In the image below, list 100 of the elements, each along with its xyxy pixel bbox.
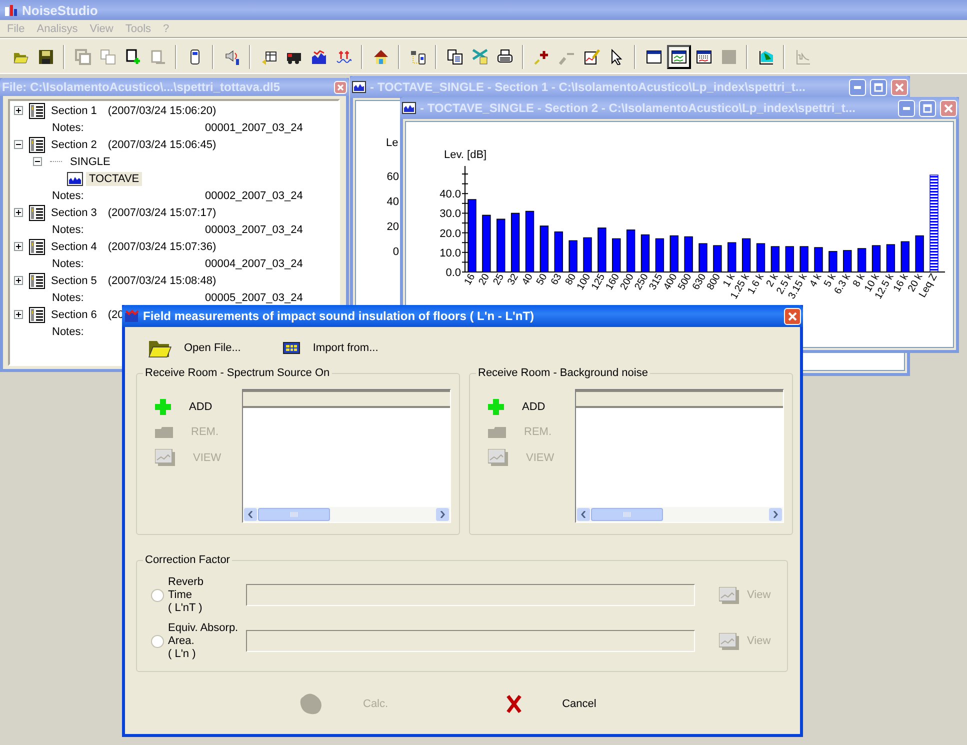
category-label: 63 [549, 272, 564, 288]
close-button[interactable] [784, 308, 801, 324]
import-button[interactable]: Import from... [282, 342, 378, 354]
plus-icon [155, 399, 171, 415]
app-icon [124, 309, 139, 323]
section-date: (2007/03/24 15:06:45) [108, 138, 216, 150]
plus-icon [16, 244, 21, 249]
notes-label: Notes: [52, 326, 85, 338]
category-label: 40 [520, 272, 536, 288]
maximize-icon [874, 82, 883, 92]
cross-icon [506, 694, 522, 714]
notes-label: Notes: [52, 258, 85, 270]
blob-icon [299, 693, 323, 715]
zoom-in-icon [534, 48, 550, 64]
maximize-button[interactable] [919, 100, 936, 116]
bar [800, 246, 808, 272]
bar [756, 243, 766, 272]
tick-label: 20 [386, 221, 399, 235]
bar [482, 214, 491, 272]
chart-window-icon [402, 102, 416, 114]
axis-title: Lev. [dB] [444, 149, 487, 161]
bar [554, 231, 563, 272]
open-file-button[interactable]: Open File... [148, 338, 241, 358]
tree-item[interactable]: SINGLE [67, 154, 114, 168]
arrow-right-icon[interactable] [773, 511, 778, 518]
arrow-left-icon[interactable] [248, 511, 253, 518]
axis-title: Le [386, 137, 398, 149]
minus-icon [35, 159, 40, 164]
notes-label: Notes: [52, 190, 85, 202]
window-chart-button[interactable] [666, 44, 690, 68]
grip-icon [290, 512, 298, 517]
plus-icon [16, 312, 21, 317]
horizontal-scrollbar[interactable] [243, 507, 450, 522]
tab-icon [155, 426, 173, 438]
category-label: 16 [462, 272, 478, 288]
category-label: 25 [491, 272, 506, 288]
spreadsheet-icon [472, 48, 488, 64]
expand-button[interactable] [14, 310, 23, 319]
list-box[interactable] [575, 389, 784, 523]
expand-button[interactable] [14, 242, 23, 251]
minus-icon [16, 142, 21, 147]
tick-label: 20.0 [440, 228, 461, 240]
expand-button[interactable] [14, 276, 23, 285]
markers-icon [336, 48, 352, 64]
minimize-icon [903, 106, 910, 110]
category-label: 4 k [808, 272, 824, 290]
bar [814, 247, 823, 272]
tick-label: 60 [386, 171, 399, 185]
list-document-icon [29, 306, 45, 322]
tree-item[interactable]: Section 5 [48, 274, 100, 288]
tree-item[interactable]: Section 1 [48, 104, 100, 118]
horizontal-scrollbar[interactable] [576, 507, 783, 522]
edit-chart-icon [584, 48, 600, 64]
window-title: - TOCTAVE_SINGLE - Section 2 - C:\IsolamentoAcustico\Lp_index\spettri_t... [420, 101, 856, 115]
bar [525, 210, 534, 272]
bar [698, 243, 708, 272]
tree-item[interactable]: TOCTAVE [86, 172, 142, 186]
windows-icon [74, 48, 90, 64]
category-label: 160 [604, 272, 622, 292]
window-icon [646, 48, 662, 64]
tree-item[interactable]: Section 6 [48, 308, 100, 322]
window-chart-icon [670, 48, 686, 64]
folder-icon [148, 338, 172, 358]
minimize-button[interactable] [898, 100, 915, 116]
dialog-title: Field measurements of impact sound insulation of floors ( L'n - L'nT) [143, 309, 536, 323]
tick-label: 0 [392, 246, 399, 260]
bar [770, 246, 780, 272]
list-box[interactable] [242, 389, 451, 523]
tree-item[interactable]: Section 3 [48, 206, 100, 220]
window-title: File: C:\IsolamentoAcustico\...\spettri_tottava.dl5 [2, 80, 282, 94]
map-icon [758, 48, 774, 64]
expand-button[interactable] [14, 106, 23, 115]
plus-icon [488, 399, 504, 415]
maximize-button[interactable] [870, 78, 887, 96]
add-button[interactable]: ADD [488, 399, 575, 415]
spectrum-icon [310, 48, 326, 64]
arrow-right-icon[interactable] [440, 511, 445, 518]
device-link-icon [410, 48, 426, 64]
close-button[interactable] [891, 78, 908, 96]
chart-icon [488, 449, 508, 466]
bar [568, 240, 578, 272]
add-button[interactable]: ADD [155, 399, 242, 415]
cancel-button[interactable]: Cancel [506, 694, 596, 714]
tree-item[interactable]: Section 2 [48, 138, 100, 152]
bar [843, 250, 852, 272]
minimize-button[interactable] [849, 78, 866, 96]
speaker-icon [224, 48, 240, 64]
tree-item[interactable]: Section 4 [48, 240, 100, 254]
close-button[interactable] [334, 80, 347, 94]
chart-icon [719, 586, 739, 604]
close-icon [944, 104, 953, 112]
plus-icon [16, 278, 21, 283]
close-button[interactable] [940, 100, 957, 116]
tab-icon [488, 426, 506, 438]
arrow-left-icon[interactable] [581, 511, 586, 518]
collapse-button[interactable] [14, 140, 23, 149]
expand-button[interactable] [14, 208, 23, 217]
square-icon [720, 48, 736, 64]
collapse-button[interactable] [33, 157, 42, 166]
list-document-icon [29, 102, 45, 118]
